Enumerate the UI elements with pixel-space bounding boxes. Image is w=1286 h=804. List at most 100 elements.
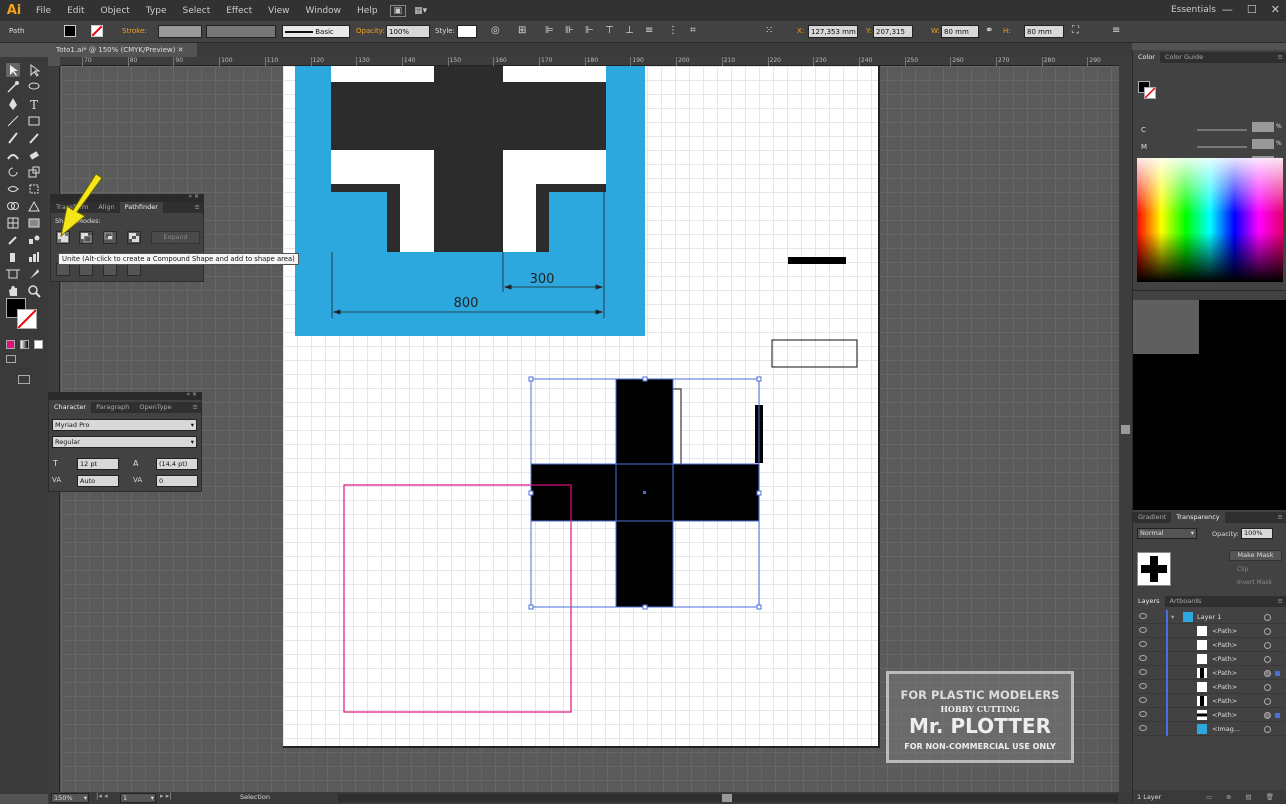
transparency-opacity-field[interactable]: 100% [1241,528,1273,539]
c-field[interactable] [1252,122,1274,132]
gradient-mode-button[interactable] [20,340,29,349]
blend-mode-select[interactable]: Normal ▾ [1137,528,1197,539]
layer-name[interactable]: <Path> [1212,680,1237,694]
tab-pathfinder[interactable]: Pathfinder [119,202,163,213]
blend-tool[interactable] [27,233,41,247]
opacity-label[interactable]: Opacity: [356,25,385,38]
status-tool[interactable]: Selection [240,793,270,801]
align-bottom-icon[interactable]: ≡ [645,24,653,37]
zoom-field[interactable]: 150% ▾ [51,793,89,803]
direct-selection-tool[interactable] [27,63,41,77]
m-slider[interactable] [1197,146,1247,148]
outline-rectangle[interactable] [771,339,858,368]
tab-character[interactable]: Character [49,402,92,413]
panel-menu-icon[interactable]: ≡ [193,402,201,413]
target-icon[interactable] [1264,642,1271,649]
hand-tool[interactable] [6,284,20,298]
color-stroke-box[interactable] [1144,87,1156,99]
blob-brush-tool[interactable] [6,148,20,162]
cross-vertical-bar[interactable] [434,66,503,252]
tab-close-icon[interactable]: ✕ [178,46,184,54]
transform-options-icon[interactable]: ⛶ [1072,24,1079,37]
layer-row[interactable]: <Imag... [1133,722,1286,736]
bridge-icon[interactable]: ▣ [389,4,407,17]
slice-tool[interactable] [27,267,41,281]
visibility-eye-icon[interactable] [1139,711,1147,717]
height-field[interactable]: 80 mm [1024,25,1064,38]
constrain-proportions-icon[interactable]: ⚭ [985,24,993,37]
layer-name[interactable]: <Path> [1212,624,1237,638]
gradient-tool[interactable] [27,216,41,230]
menu-file[interactable]: File [28,6,59,16]
opacity-field[interactable]: 100% [386,25,430,38]
align-to-icon[interactable]: ⊞ [518,24,526,37]
target-icon[interactable] [1264,684,1271,691]
stroke-label[interactable]: Stroke: [122,25,147,38]
target-icon[interactable] [1264,670,1271,677]
menu-help[interactable]: Help [349,6,386,16]
layer-name[interactable]: <Imag... [1212,722,1240,736]
exclude-button[interactable] [127,231,141,244]
lasso-tool[interactable] [27,80,41,94]
maximize-icon[interactable]: ☐ [1247,3,1257,16]
artboard-navigation-field[interactable]: 1 ▾ [120,793,156,803]
menu-view[interactable]: View [260,6,297,16]
layer-name[interactable]: <Path> [1212,666,1237,680]
distribute-icon[interactable]: ⋮ [668,24,678,37]
align-right-icon[interactable]: ⊩ [585,24,594,37]
close-icon[interactable]: ✕ [1271,3,1280,16]
layer-row[interactable]: <Path> [1133,624,1286,638]
visibility-eye-icon[interactable] [1139,697,1147,703]
pen-tool[interactable] [6,97,20,111]
color-spectrum[interactable] [1137,158,1283,282]
perspective-grid-tool[interactable] [27,199,41,213]
menu-object[interactable]: Object [93,6,138,16]
eraser-tool[interactable] [27,148,41,162]
next-artboard-icon[interactable]: ▸ ▸| [160,792,172,800]
layer-name[interactable]: <Path> [1212,638,1237,652]
stroke-swatch[interactable] [91,25,103,37]
canvas[interactable]: 300 800 FOR PLASTIC MODELERS HOBBY CUTTI… [61,66,1119,792]
target-icon[interactable] [1264,656,1271,663]
symbol-sprayer-tool[interactable] [6,250,20,264]
line-tool[interactable] [6,114,20,128]
target-icon[interactable] [1264,628,1271,635]
paintbrush-tool[interactable] [6,131,20,145]
horizontal-scroll-thumb[interactable] [722,794,732,802]
x-field[interactable]: 127,353 mm [808,25,858,38]
tab-gradient[interactable]: Gradient [1133,512,1171,523]
type-tool[interactable]: T [27,97,41,112]
scroll-thumb[interactable] [1121,425,1130,434]
layer-name[interactable]: Layer 1 [1197,610,1221,624]
tab-transparency[interactable]: Transparency [1171,512,1225,523]
panel-menu-icon[interactable]: ≡ [1278,52,1286,63]
layer-name[interactable]: <Path> [1212,694,1237,708]
brush-definition[interactable]: Basic [282,25,350,38]
target-icon[interactable] [1264,698,1271,705]
font-size-field[interactable]: 12 pt [77,458,119,470]
layer-name[interactable]: <Path> [1212,708,1237,722]
width-tool[interactable] [6,182,20,196]
control-menu-icon[interactable]: ≡ [1112,24,1120,37]
graphic-style-swatch[interactable] [457,25,477,38]
align-middle-icon[interactable]: ⊥ [625,24,634,37]
panel-menu-icon[interactable]: ≡ [1278,596,1286,607]
panel-grip[interactable]: « ✕ [49,391,201,400]
scale-tool[interactable] [27,165,41,179]
eyedropper-tool[interactable] [6,233,20,247]
kerning-field[interactable]: Auto [77,475,119,487]
minimize-icon[interactable]: — [1222,3,1233,16]
layer-row[interactable]: <Path> [1133,652,1286,666]
layer-row[interactable]: <Path> [1133,694,1286,708]
tab-color-guide[interactable]: Color Guide [1160,52,1208,63]
magic-wand-tool[interactable] [6,80,20,94]
vertical-scrollbar[interactable] [1119,57,1132,794]
tracking-field[interactable]: 0 [156,475,198,487]
free-transform-tool[interactable] [27,182,41,196]
visibility-eye-icon[interactable] [1139,613,1147,619]
stroke-weight-field[interactable] [158,25,202,38]
make-mask-button[interactable]: Make Mask [1229,550,1282,561]
none-mode-button[interactable] [34,340,43,349]
width-field[interactable]: 80 mm [941,25,979,38]
variable-width-profile[interactable] [206,25,276,38]
